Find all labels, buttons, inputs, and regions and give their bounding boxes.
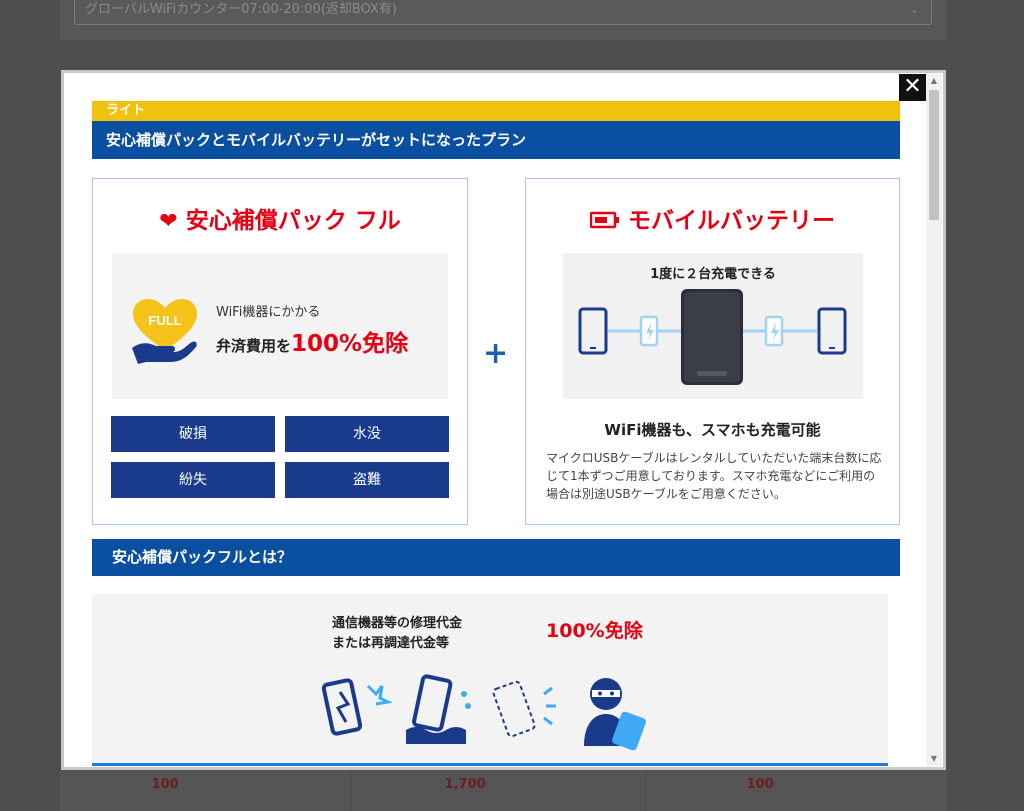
lost-phone-icon <box>492 680 556 738</box>
plus-sign: + <box>483 336 509 371</box>
info-highlight: 100%免除 <box>546 620 643 642</box>
coverage-grid: 破損 水没 紛失 盗難 <box>111 416 449 498</box>
coverage-water: 水没 <box>285 416 449 452</box>
battery-subtitle: WiFi機器も、スマホも充電可能 <box>604 421 821 439</box>
full-badge-text: FULL <box>148 313 181 328</box>
modal-scrollbar[interactable]: ▲ ▼ <box>926 74 942 766</box>
battery-title-text: モバイルバッテリー <box>628 208 835 234</box>
insurance-title: ❤ 安心補償パック フル <box>93 201 467 235</box>
battery-description: マイクロUSBケーブルはレンタルしていただいた端末台数に応じて1本ずつご用意して… <box>546 451 882 501</box>
price-unit: 円/日（税抜） <box>773 778 844 791</box>
full-line2-prefix: 弁済費用を <box>216 337 292 355</box>
thief-icon <box>584 678 646 751</box>
full-line1: WiFi機器にかかる <box>216 305 321 320</box>
close-button[interactable]: ✕ <box>899 74 926 101</box>
battery-icon <box>589 211 619 229</box>
price-cell: 100円/日（税抜） <box>60 776 340 792</box>
price-divider <box>350 770 351 811</box>
info-text: 通信機器等の修理代金 または再調達代金等 <box>332 614 462 654</box>
battery-card: モバイルバッテリー 1度に２台充電できる WiFi機器も、スマホも充電可能 マイ… <box>525 178 900 525</box>
water-damage-icon <box>406 674 471 744</box>
broken-phone-icon <box>321 678 393 736</box>
close-icon: ✕ <box>903 74 922 99</box>
scroll-thumb[interactable] <box>929 90 939 220</box>
counter-select[interactable]: グローバルWiFiカウンター07:00-20:00(返却BOX有) ⌄ <box>74 0 932 25</box>
coverage-damage: 破損 <box>111 416 275 452</box>
price-value: 1,700 <box>444 777 486 792</box>
insurance-card: ❤ 安心補償パック フル FULL WiFi機器にかかる 弁済費用を100%免除 … <box>92 178 468 525</box>
plan-tag: ライト <box>92 101 900 121</box>
battery-illustration-box: 1度に２台充電できる <box>563 253 863 399</box>
info-bottom-line <box>92 763 888 766</box>
battery-charging-illustration <box>578 289 847 385</box>
insurance-title-text: 安心補償パック フル <box>185 208 401 234</box>
plan-title: 安心補償パックとモバイルバッテリーがセットになったプラン <box>92 121 900 159</box>
price-cell: 1,700円/日（税抜） <box>360 776 640 792</box>
section-title: 安心補償パックフルとは？ <box>92 539 900 576</box>
full-heart-hand-icon: FULL <box>132 299 198 364</box>
battery-title: モバイルバッテリー <box>526 201 899 235</box>
info-line2: または再調達代金等 <box>332 636 450 651</box>
info-box: 通信機器等の修理代金 または再調達代金等 100%免除 <box>92 594 888 766</box>
counter-select-value: グローバルWiFiカウンター07:00-20:00(返却BOX有) <box>85 2 397 17</box>
price-row: 100円/日（税抜） 1,700円/日（税抜） 100円/日（税抜） <box>60 770 946 811</box>
price-divider <box>645 770 646 811</box>
coverage-loss: 紛失 <box>111 462 275 498</box>
price-value: 100 <box>151 777 179 792</box>
battery-caption: 1度に２台充電できる <box>650 267 776 282</box>
heart-icon: ❤ <box>159 209 178 234</box>
full-line2: 弁済費用を100%免除 <box>216 324 408 358</box>
scroll-down-arrow-icon[interactable]: ▼ <box>926 752 942 766</box>
price-unit: 円/日（税抜） <box>485 778 556 791</box>
price-value: 100 <box>746 777 774 792</box>
full-coverage-box: FULL WiFi機器にかかる 弁済費用を100%免除 <box>112 254 448 399</box>
full-line2-highlight: 100%免除 <box>291 331 409 357</box>
info-line1: 通信機器等の修理代金 <box>332 616 463 631</box>
coverage-theft: 盗難 <box>285 462 449 498</box>
incident-icons <box>321 674 646 751</box>
scroll-up-arrow-icon[interactable]: ▲ <box>926 74 942 88</box>
price-cell: 100円/日（税抜） <box>655 776 935 792</box>
price-unit: 円/日（税抜） <box>178 778 249 791</box>
chevron-down-icon: ⌄ <box>909 3 919 16</box>
